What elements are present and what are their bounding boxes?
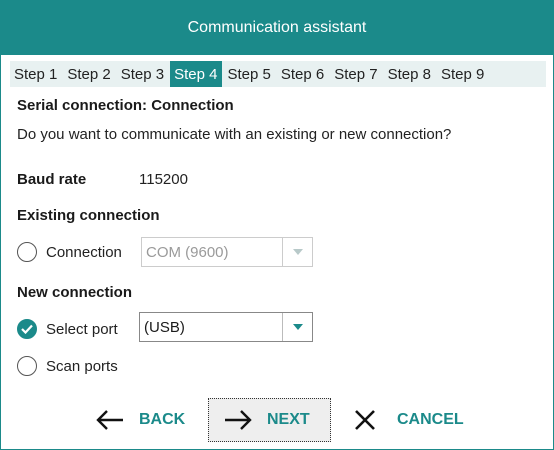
tab-step-9[interactable]: Step 9 [437,61,488,87]
select-port-combo-value: (USB) [144,318,185,336]
baud-rate-label: Baud rate [17,171,87,188]
next-button[interactable]: NEXT [208,398,331,442]
section-question: Do you want to communicate with an exist… [17,126,452,143]
section-title: Serial connection: Connection [17,97,234,114]
next-button-label: NEXT [267,411,310,428]
select-port-radio[interactable]: Select port [17,319,118,339]
tab-step-5[interactable]: Step 5 [224,61,275,87]
window-title: Communication assistant [187,19,367,36]
checkmark-icon [17,319,37,339]
tab-step-4[interactable]: Step 4 [170,61,222,87]
scan-ports-radio-label: Scan ports [46,357,118,375]
back-button[interactable]: BACK [95,398,185,442]
radio-unchecked-icon [17,242,37,262]
select-port-combo[interactable]: (USB) [139,312,313,342]
tab-step-8[interactable]: Step 8 [384,61,435,87]
existing-connection-combo-value: COM (9600) [146,243,229,261]
existing-connection-radio-label: Connection [46,243,122,261]
communication-assistant-window: Communication assistant Step 1 Step 2 St… [0,0,554,450]
back-button-label: BACK [139,411,186,428]
baud-rate-value: 115200 [139,171,188,188]
scan-ports-radio[interactable]: Scan ports [17,356,118,376]
arrow-right-icon [225,410,252,430]
window-titlebar: Communication assistant [1,1,553,55]
select-port-radio-label: Select port [46,320,118,338]
chevron-down-icon [282,238,312,266]
tab-step-2[interactable]: Step 2 [63,61,114,87]
close-icon [355,410,375,430]
new-connection-heading: New connection [17,284,133,301]
existing-connection-heading: Existing connection [17,207,160,224]
existing-connection-radio[interactable]: Connection [17,242,122,262]
cancel-button-label: CANCEL [397,411,464,428]
tab-step-7[interactable]: Step 7 [330,61,381,87]
step-tabs: Step 1 Step 2 Step 3 Step 4 Step 5 Step … [10,61,546,87]
tab-step-6[interactable]: Step 6 [277,61,328,87]
tab-step-3[interactable]: Step 3 [117,61,168,87]
radio-unchecked-icon [17,356,37,376]
arrow-left-icon [96,410,123,430]
chevron-down-icon [282,313,312,341]
tab-step-1[interactable]: Step 1 [10,61,61,87]
existing-connection-combo[interactable]: COM (9600) [141,237,313,267]
cancel-button[interactable]: CANCEL [353,398,464,442]
